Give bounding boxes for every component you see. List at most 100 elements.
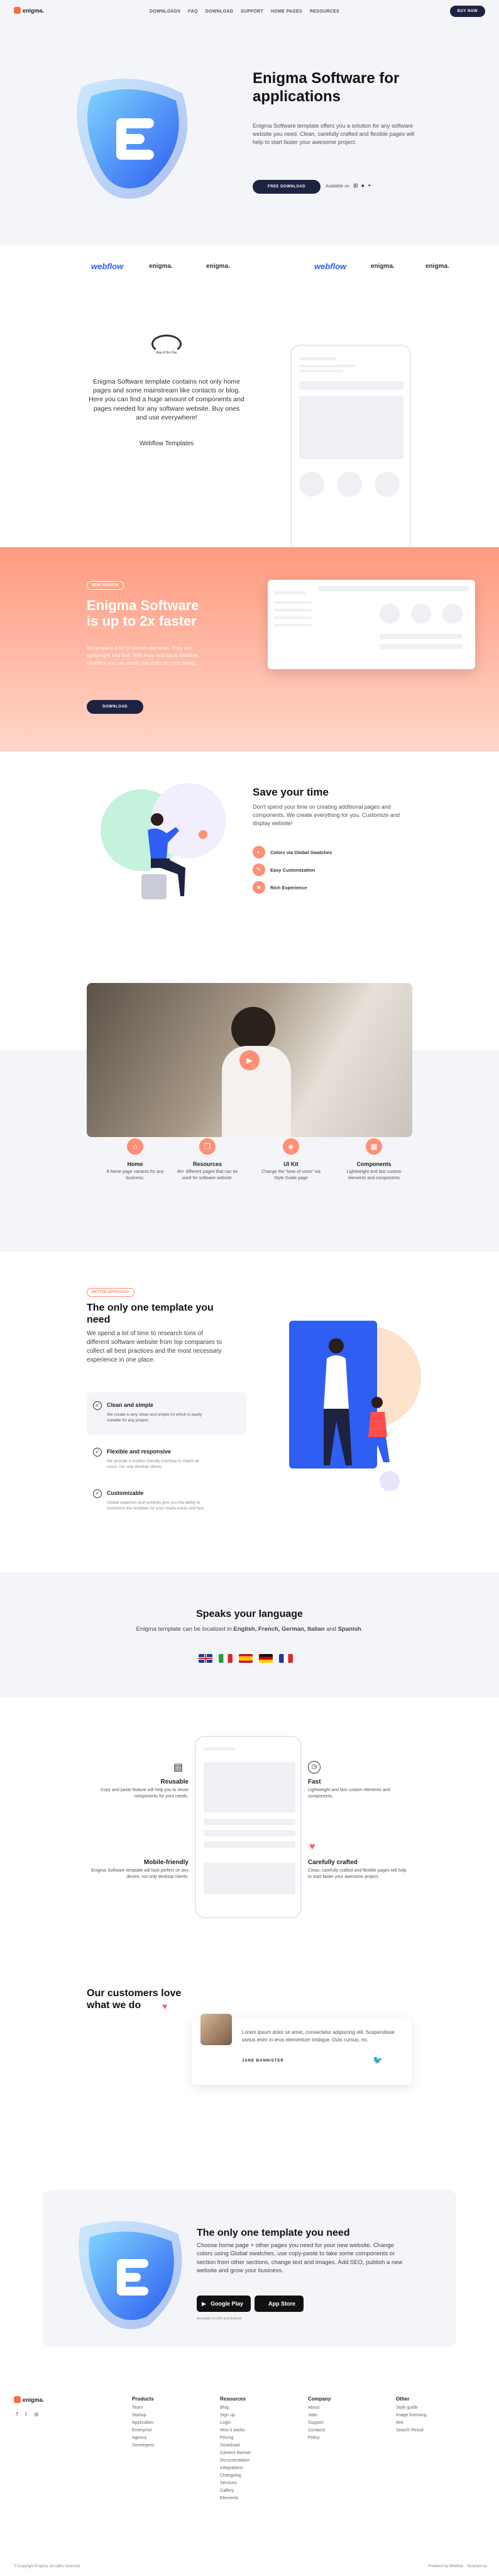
logo-enigma: enigma. — [371, 263, 395, 270]
footer-link[interactable]: Pricing — [220, 2434, 277, 2442]
cta-app-icon — [79, 2221, 182, 2329]
google-play-icon: ▶ — [202, 2301, 206, 2307]
nav-link-resources[interactable]: RESOURCES — [310, 9, 339, 14]
footer-link[interactable]: About — [308, 2404, 358, 2412]
clock-icon: ◷ — [308, 1761, 321, 1774]
twitter-icon[interactable]: t — [25, 2411, 26, 2417]
feature-item-title[interactable]: Flexible and responsive — [107, 1448, 171, 1455]
app-store-button[interactable]: App Store — [255, 2296, 304, 2312]
flag-germany-icon — [259, 1654, 273, 1663]
footer-link[interactable]: Blog — [220, 2404, 277, 2412]
feature-card-active[interactable]: ✓ Clean and simple We create a very clea… — [87, 1392, 246, 1435]
promo-text: We prepare a lot of custom elements. The… — [87, 645, 199, 666]
footer-link[interactable]: Jobs — [308, 2412, 358, 2419]
footer-link[interactable]: Download — [220, 2442, 277, 2450]
footer-link[interactable]: Style guide — [396, 2404, 452, 2412]
quad-title: Fast — [308, 1779, 321, 1785]
free-download-button[interactable]: FREE DOWNLOAD — [253, 180, 321, 194]
video-player[interactable]: ▶ — [87, 983, 412, 1137]
footer-link[interactable]: How it works — [220, 2427, 277, 2434]
footer-link[interactable]: Application — [132, 2419, 182, 2427]
nav-link-download[interactable]: DOWNLOAD — [206, 9, 233, 14]
instagram-icon[interactable]: ◎ — [34, 2411, 38, 2417]
footer-link[interactable]: Gallery — [220, 2487, 277, 2495]
save-text: Don't spend your time on creating additi… — [253, 804, 400, 827]
footer-link[interactable]: Contacts — [308, 2427, 358, 2434]
feature-text: Lightweight and fast custom elements and… — [346, 1170, 402, 1181]
play-icon[interactable]: ▶ — [239, 1050, 260, 1070]
footer-link[interactable]: Search Result — [396, 2427, 452, 2434]
footer-link[interactable]: Image licensing — [396, 2412, 452, 2419]
hero-section: Enigma Software for applications Enigma … — [0, 23, 499, 245]
cta-title: The only one template you need — [197, 2228, 350, 2238]
logo-icon — [14, 2396, 21, 2403]
footer-logo[interactable]: enigma. — [14, 2396, 44, 2403]
nav-link-downloads[interactable]: DOWNLOADS — [150, 9, 180, 14]
footer-link[interactable]: Enterprise — [132, 2427, 182, 2434]
google-play-button[interactable]: ▶ Google Play — [197, 2296, 251, 2312]
footer-link[interactable]: Services — [220, 2480, 277, 2487]
twitter-icon[interactable]: 🐦 — [373, 2055, 383, 2065]
logo-webflow: webflow — [314, 262, 347, 271]
feature-item-title[interactable]: Customizable — [107, 1490, 144, 1496]
apple-icon: ● — [361, 182, 365, 189]
better-approach-section: BETTER APPROACH The only one template yo… — [0, 1252, 499, 1572]
footer-col-head: Resources — [220, 2396, 246, 2402]
footer-link[interactable]: Careers Banner — [220, 2450, 277, 2457]
footer-link[interactable]: Policy — [308, 2434, 358, 2442]
copyright: © Copyright Enigma. All rights reserved. — [14, 2565, 81, 2568]
testimonial-quote: Lorem ipsum dolor sit amet, consectetur … — [242, 2029, 395, 2043]
facebook-icon[interactable]: f — [16, 2411, 18, 2417]
footer-link[interactable]: Changelog — [220, 2472, 277, 2480]
footer-link[interactable]: Documentation — [220, 2457, 277, 2465]
footer-link[interactable]: Support — [308, 2419, 358, 2427]
footer-link[interactable]: Sign up — [220, 2412, 277, 2419]
save-item: Colors via Global Swatches — [270, 850, 332, 855]
feature-item-title: Clean and simple — [107, 1402, 154, 1408]
promo-download-button[interactable]: DOWNLOAD — [87, 700, 143, 714]
quad-title: Reusable — [160, 1779, 189, 1785]
feature-text: 40+ different pages that can be used for… — [177, 1170, 238, 1181]
footer-link[interactable]: Developers — [132, 2442, 182, 2450]
logo-enigma: enigma. — [206, 263, 230, 270]
footer-col-company: Company About Jobs Support Contacts Policy — [308, 2396, 358, 2442]
feature-item-text: We provide a modern friendly interface t… — [107, 1459, 199, 1470]
nav-link-faq[interactable]: FAQ — [188, 9, 197, 14]
footer-link[interactable]: Integrations — [220, 2465, 277, 2472]
google-play-label: Google Play — [211, 2301, 244, 2307]
footer-link[interactable]: Elements — [220, 2495, 277, 2502]
logos-strip: webflow enigma. enigma. webflow enigma. … — [0, 245, 499, 289]
save-title: Save your time — [253, 786, 329, 798]
social-links: f t ◎ — [16, 2411, 38, 2417]
nav-link-home-pages[interactable]: HOME PAGES — [271, 9, 302, 14]
feature-item-text: Global swatches and symbols give you the… — [107, 1501, 205, 1511]
webflow-templates-link[interactable]: Webflow Templates — [88, 440, 245, 447]
flag-spain-icon — [239, 1654, 253, 1663]
footer-col-head: Other — [396, 2396, 410, 2402]
footer-link-list: Style guide Image licensing 404 Search Resu… — [396, 2404, 452, 2434]
quad-text: Copy and paste feature will help you to … — [100, 1788, 189, 1799]
buy-now-button[interactable]: BUY NOW — [450, 6, 485, 17]
logo-text: enigma. — [23, 2396, 45, 2403]
logo[interactable]: enigma. — [14, 7, 44, 14]
hero-app-icon — [77, 79, 188, 199]
save-item: Easy Customization — [270, 867, 315, 873]
cta-note: Available on iOS and Android — [197, 2317, 242, 2321]
feature-title: Components — [356, 1161, 392, 1167]
hero-title: Enigma Software for applications — [253, 70, 400, 105]
footer-link[interactable]: Team — [132, 2404, 182, 2412]
footer-link[interactable]: Agency — [132, 2434, 182, 2442]
customize-icon: ✎ — [253, 863, 265, 876]
quad-title: Carefully crafted — [308, 1859, 358, 1866]
nav-link-support[interactable]: SUPPORT — [241, 9, 263, 14]
language-text: Enigma template can be localized in Engl… — [124, 1625, 375, 1634]
footer-link[interactable]: 404 — [396, 2419, 452, 2427]
feature-item-text: We create a very clean and simple UI whi… — [107, 1413, 202, 1423]
footer-link[interactable]: Startup — [132, 2412, 182, 2419]
top-nav: enigma. DOWNLOADS FAQ DOWNLOAD SUPPORT H… — [0, 0, 499, 23]
about-section: App of the Day Enigma Software template … — [0, 289, 499, 552]
footer-link[interactable]: Login — [220, 2419, 277, 2427]
quad-text: Clean, carefully crafted and flexible pa… — [308, 1868, 407, 1880]
platform-icons: ⊞ ● ◓ — [353, 182, 371, 189]
save-time-section: Save your time Don't spend your time on … — [0, 752, 499, 965]
